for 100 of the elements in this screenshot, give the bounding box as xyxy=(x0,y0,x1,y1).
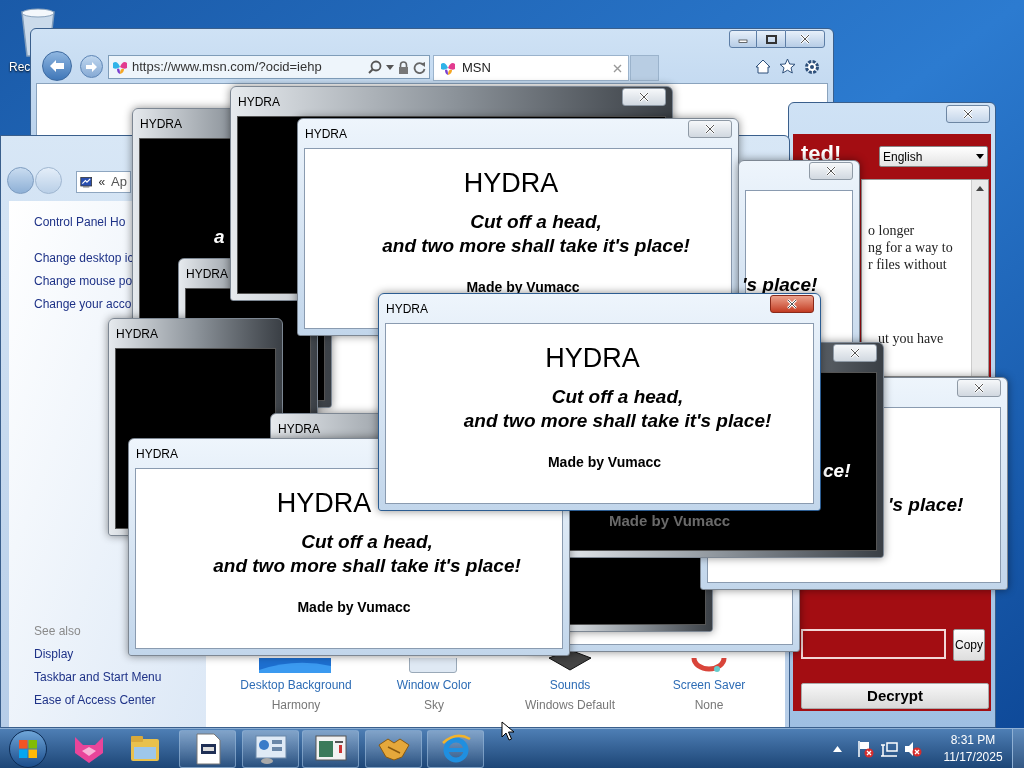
close-icon xyxy=(848,346,862,360)
message-line: and two more shall take it's place! xyxy=(381,234,690,258)
language-dropdown[interactable]: English xyxy=(879,146,988,167)
message-text: r files without xyxy=(868,258,947,272)
credit-text: Made by Vumacc xyxy=(546,453,662,471)
maximize-button[interactable] xyxy=(757,30,785,48)
breadcrumb-text[interactable]: Ap xyxy=(111,172,127,192)
close-icon xyxy=(824,164,838,178)
item-link[interactable]: Desktop Background xyxy=(226,678,366,692)
windows-flag-icon xyxy=(18,738,38,759)
show-desktop-button[interactable] xyxy=(1012,728,1024,768)
search-icon[interactable] xyxy=(368,60,382,74)
window-title: HYDRA xyxy=(305,126,347,143)
see-also-link[interactable]: Ease of Access Center xyxy=(34,693,156,707)
close-icon xyxy=(961,107,975,121)
message-text: ut you have xyxy=(878,332,944,346)
taskbar-button[interactable] xyxy=(179,729,236,768)
close-tab-icon[interactable] xyxy=(613,63,622,73)
item-value: Windows Default xyxy=(523,698,616,712)
start-button[interactable] xyxy=(9,729,47,768)
see-also-link[interactable]: Display xyxy=(34,647,74,661)
window-title: HYDRA xyxy=(136,446,178,463)
clock[interactable]: 8:31 PM 11/17/2025 xyxy=(936,731,1010,766)
window-title: HYDRA xyxy=(238,94,280,111)
back-arrow-icon xyxy=(48,59,66,73)
message-text: ng for a way to xyxy=(868,241,953,255)
network-icon[interactable] xyxy=(880,739,898,758)
window-title: HYDRA xyxy=(278,421,320,438)
close-button[interactable] xyxy=(946,105,990,123)
close-button[interactable] xyxy=(622,88,666,106)
settings-icon[interactable] xyxy=(804,59,820,75)
message-line: a xyxy=(214,226,225,248)
close-button[interactable] xyxy=(785,30,825,48)
item-value: Sky xyxy=(423,698,445,712)
close-icon xyxy=(703,122,717,136)
breadcrumb-chevron[interactable]: « xyxy=(98,173,106,191)
window-color-icon[interactable] xyxy=(409,658,457,673)
message-text: o longer xyxy=(868,224,915,238)
message-line: and two more shall take it's place! xyxy=(462,409,772,433)
taskbar-button[interactable] xyxy=(242,729,299,768)
forward-button[interactable] xyxy=(80,55,103,78)
lock-icon[interactable] xyxy=(398,60,409,74)
control-panel-icon xyxy=(80,174,93,190)
item-value: Harmony xyxy=(270,698,322,712)
window-heading: HYDRA xyxy=(276,488,373,518)
caret-icon xyxy=(976,154,984,159)
message-line: 's place! xyxy=(888,494,964,516)
credit-text: Made by Vumacc xyxy=(296,598,411,616)
refresh-icon[interactable] xyxy=(413,60,426,74)
address-field[interactable]: https://www.msn.com/?ocid=iehp xyxy=(108,55,430,79)
speaker-icon[interactable] xyxy=(547,650,593,672)
task-link[interactable]: Change mouse po xyxy=(34,274,133,288)
window-heading: HYDRA xyxy=(463,168,560,198)
browser-tab[interactable]: MSN xyxy=(433,55,629,81)
maximize-icon xyxy=(765,34,777,44)
window-title: HYDRA xyxy=(186,266,228,283)
close-icon xyxy=(972,381,986,395)
close-button[interactable] xyxy=(833,344,877,362)
caret-icon[interactable] xyxy=(386,64,394,70)
window-title: HYDRA xyxy=(140,116,182,133)
task-link[interactable]: Control Panel Ho xyxy=(34,215,126,229)
decrypt-button[interactable]: Decrypt xyxy=(801,683,989,709)
item-link[interactable]: Screen Saver xyxy=(639,678,779,692)
desktop-icon-label[interactable]: Rec xyxy=(9,58,31,76)
back-button[interactable] xyxy=(42,51,72,81)
home-icon[interactable] xyxy=(755,59,771,74)
message-line: 's place! xyxy=(742,274,818,296)
see-also-link[interactable]: Taskbar and Start Menu xyxy=(34,670,162,684)
address-field[interactable]: « Ap xyxy=(76,171,131,193)
forward-arrow-icon xyxy=(85,61,98,72)
scrollbar[interactable] xyxy=(971,180,988,376)
butterfly-logo-icon xyxy=(112,59,128,75)
copy-button[interactable]: Copy xyxy=(953,629,985,661)
task-link[interactable]: Change your acco xyxy=(34,297,132,311)
message-line: Cut off a head, xyxy=(550,385,684,409)
message-line: Cut off a head, xyxy=(300,530,433,554)
url-text: https://www.msn.com/?ocid=iehp xyxy=(132,58,322,77)
star-icon[interactable] xyxy=(779,58,796,74)
message-line: ce! xyxy=(823,460,851,482)
message-line: Cut off a head, xyxy=(469,210,602,234)
control-panel-icon xyxy=(254,732,287,765)
section-heading: See also xyxy=(34,624,81,638)
close-icon xyxy=(785,297,799,311)
show-hidden-icons-icon[interactable] xyxy=(833,745,842,752)
item-value: None xyxy=(693,698,725,712)
key-field[interactable] xyxy=(801,629,946,659)
close-icon xyxy=(798,32,812,46)
window-heading: HYDRA xyxy=(545,343,641,373)
butterfly-logo-icon xyxy=(440,60,456,76)
minimize-button[interactable] xyxy=(729,30,757,48)
window-title: HYDRA xyxy=(386,301,428,318)
credit-text: Made by Vumacc xyxy=(609,513,731,529)
close-icon xyxy=(637,90,651,104)
message-line: and two more shall take it's place! xyxy=(212,554,521,578)
window-title: HYDRA xyxy=(116,326,158,343)
taskbar-button[interactable] xyxy=(302,729,359,768)
scroll-up-icon[interactable] xyxy=(976,186,984,191)
screen-saver-icon[interactable] xyxy=(691,658,727,673)
close-button[interactable] xyxy=(770,295,814,313)
flag-icon[interactable] xyxy=(856,739,874,758)
